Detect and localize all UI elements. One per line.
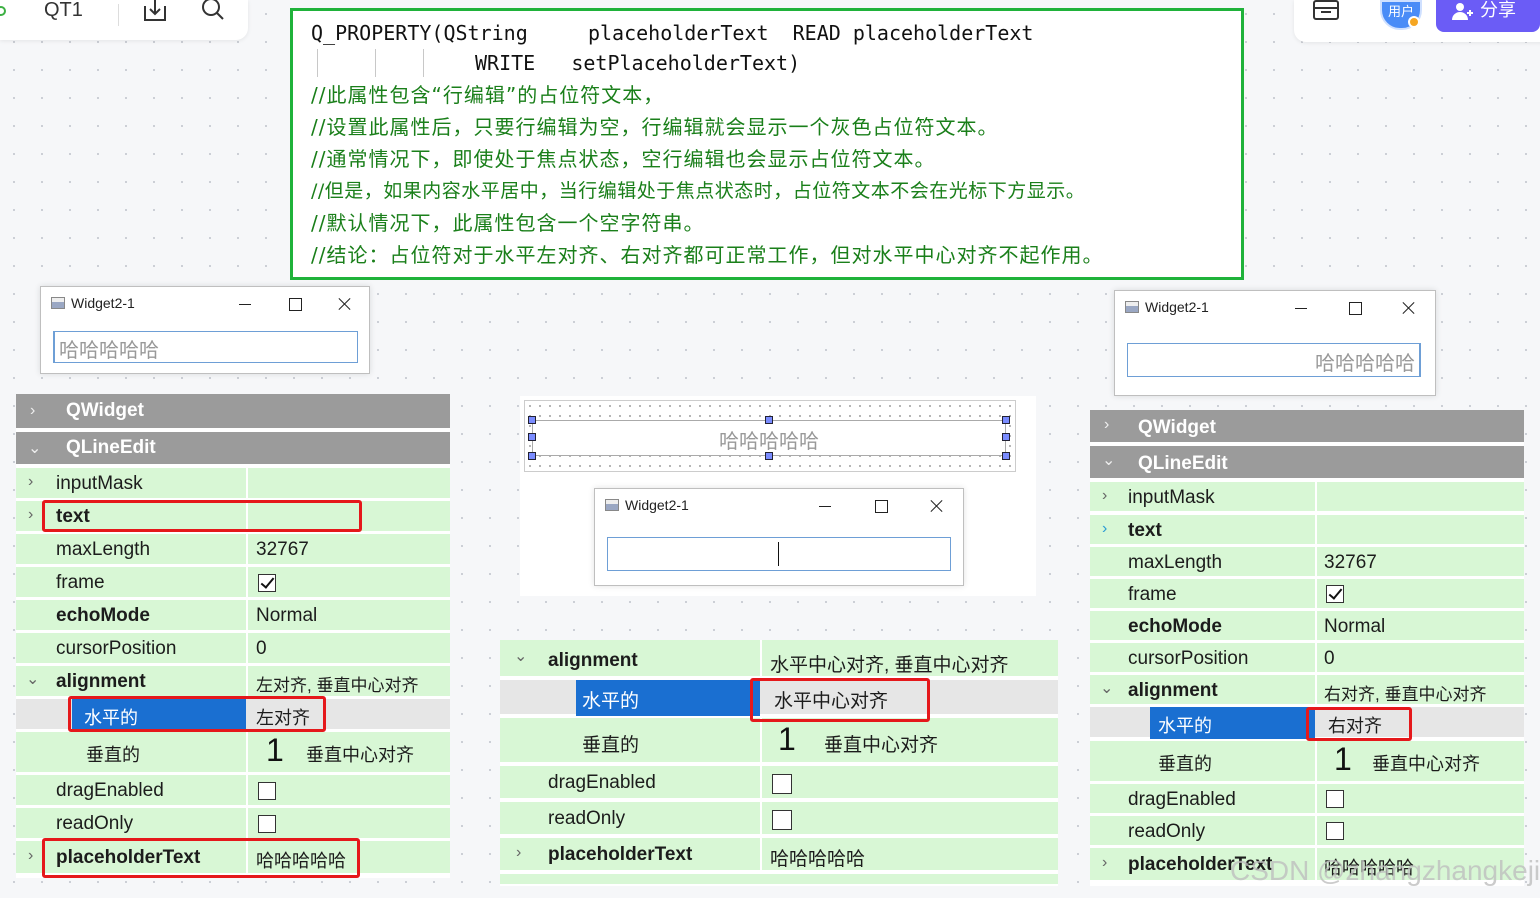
group-qlineedit[interactable]: ⌄ QLineEdit (1090, 446, 1524, 480)
status-dot (0, 6, 6, 16)
prop-row-alignment[interactable]: ⌄ alignment 右对齐, 垂直中心对齐 (1090, 675, 1524, 706)
window-app-icon (51, 297, 65, 309)
indent-guide (423, 49, 424, 77)
window-title: Widget2-1 (1145, 299, 1209, 315)
code-comment: //设置此属性后，只要行编辑为空，行编辑就会显示一个灰色占位符文本。 (311, 115, 999, 139)
readonly-checkbox[interactable] (258, 815, 276, 833)
prop-row-frame[interactable]: frame (1090, 579, 1524, 610)
prop-row-inputmask[interactable]: › inputMask (1090, 482, 1524, 513)
horizontal-label-selected: 水平的 (1150, 707, 1315, 739)
prop-row-placeholdertext[interactable]: › placeholderText 哈哈哈哈哈 (500, 838, 1058, 872)
prop-row-dragenabled[interactable]: dragEnabled (1090, 784, 1524, 815)
resize-handle[interactable] (1002, 433, 1010, 441)
resize-handle[interactable] (528, 433, 536, 441)
designer-line-edit[interactable]: 哈哈哈哈哈 (532, 420, 1006, 456)
resize-handle[interactable] (1002, 452, 1010, 460)
widget-window-center: Widget2-1 (594, 488, 964, 586)
prop-row-dragenabled[interactable]: dragEnabled (500, 766, 1058, 800)
code-line-property: Q_PROPERTY(QString placeholderText READ … (311, 21, 1034, 45)
highlight-placeholdertext (42, 838, 360, 878)
readonly-checkbox[interactable] (772, 810, 792, 830)
add-user-icon (1452, 3, 1473, 20)
prop-row-maxlength[interactable]: maxLength 32767 (1090, 547, 1524, 578)
code-comment: //此属性包含“行编辑”的占位符文本， (311, 83, 665, 107)
property-editor-left: › QWidget ⌄ QLineEdit › inputMask › text… (16, 394, 450, 878)
code-line-write: WRITE setPlaceholderText) (475, 51, 801, 75)
prop-row-vertical[interactable]: 垂直的 1 垂直中心对齐 (1090, 741, 1524, 783)
frame-checkbox[interactable] (1326, 585, 1344, 603)
prop-row-echomode[interactable]: echoMode Normal (16, 600, 450, 632)
readonly-checkbox[interactable] (1326, 822, 1344, 840)
highlight-horizontal (750, 678, 930, 722)
dragenabled-checkbox[interactable] (772, 774, 792, 794)
code-comment: //但是，如果内容水平居中，当行编辑处于焦点状态时，占位符文本不会在光标下方显示… (311, 180, 1086, 202)
highlight-horizontal (68, 696, 326, 732)
form-designer: 哈哈哈哈哈 Widget2-1 (520, 396, 1036, 596)
widget-window-right: Widget2-1 哈哈哈哈哈 (1114, 290, 1436, 396)
window-title: Widget2-1 (71, 295, 135, 311)
dragenabled-checkbox[interactable] (1326, 790, 1344, 808)
prop-row-frame[interactable]: frame (16, 567, 450, 599)
resize-handle[interactable] (528, 452, 536, 460)
prop-row-partial (500, 874, 1058, 886)
resize-handle[interactable] (765, 416, 773, 424)
empty-line-edit[interactable] (607, 537, 951, 571)
toolbar-divider (118, 4, 119, 26)
widget-window-left: Widget2-1 哈哈哈哈哈 (40, 286, 370, 374)
code-comment: //通常情况下，即使处于焦点状态，空行编辑也会显示占位符文本。 (311, 147, 936, 171)
resize-handle[interactable] (765, 452, 773, 460)
dragenabled-checkbox[interactable] (258, 782, 276, 800)
avatar-badge (1408, 16, 1420, 28)
prop-row-dragenabled[interactable]: dragEnabled (16, 775, 450, 807)
prop-row-maxlength[interactable]: maxLength 32767 (16, 534, 450, 566)
frame-checkbox[interactable] (258, 574, 276, 592)
resize-handle[interactable] (528, 416, 536, 424)
placeholder-line-edit[interactable]: 哈哈哈哈哈 (1127, 343, 1421, 377)
watermark: CSDN @zhangzhangkeji (1230, 855, 1540, 886)
toolbar-left: QT1 (0, 0, 248, 40)
horizontal-label-selected: 水平的 (576, 680, 760, 716)
group-qwidget[interactable]: › QWidget (1090, 410, 1524, 444)
placeholder-line-edit[interactable]: 哈哈哈哈哈 (53, 331, 358, 363)
code-comment: //结论：占位符对于水平左对齐、右对齐都可正常工作，但对水平中心对齐不起作用。 (311, 243, 1104, 267)
prop-row-alignment[interactable]: ⌄ alignment 水平中心对齐, 垂直中心对齐 (500, 640, 1058, 678)
download-icon[interactable] (142, 0, 168, 24)
share-label: 分享 (1480, 0, 1516, 20)
group-qwidget[interactable]: › QWidget (16, 394, 450, 430)
indent-guide (375, 49, 376, 77)
group-qlineedit[interactable]: ⌄ QLineEdit (16, 432, 450, 466)
prop-row-alignment[interactable]: ⌄ alignment 左对齐, 垂直中心对齐 (16, 666, 450, 698)
prop-row-inputmask[interactable]: › inputMask (16, 468, 450, 500)
share-button[interactable]: 分享 (1436, 0, 1540, 32)
prop-row-text[interactable]: › text (1090, 515, 1524, 546)
resize-handle[interactable] (1002, 416, 1010, 424)
prop-row-readonly[interactable]: readOnly (1090, 816, 1524, 847)
highlight-text (42, 500, 362, 532)
property-editor-right: › QWidget ⌄ QLineEdit › inputMask › text… (1090, 410, 1524, 886)
property-editor-center: ⌄ alignment 水平中心对齐, 垂直中心对齐 水平的 水平中心对齐 垂直… (500, 640, 1058, 886)
prop-row-readonly[interactable]: readOnly (500, 802, 1058, 836)
prop-row-readonly[interactable]: readOnly (16, 808, 450, 840)
calendar-icon[interactable] (1312, 0, 1340, 22)
window-app-icon (1125, 301, 1139, 313)
search-icon[interactable] (200, 0, 226, 24)
text-cursor (778, 542, 779, 566)
prop-row-cursorposition[interactable]: cursorPosition 0 (1090, 643, 1524, 674)
window-app-icon (605, 499, 619, 511)
prop-row-cursorposition[interactable]: cursorPosition 0 (16, 633, 450, 665)
code-annotation-box: Q_PROPERTY(QString placeholderText READ … (290, 8, 1244, 280)
window-title: Widget2-1 (625, 497, 689, 513)
doc-title[interactable]: QT1 (44, 0, 83, 20)
highlight-horizontal (1306, 707, 1412, 741)
prop-row-vertical[interactable]: 垂直的 1 垂直中心对齐 (16, 732, 450, 774)
code-comment: //默认情况下，此属性包含一个空字符串。 (311, 211, 705, 235)
indent-guide (317, 49, 318, 77)
prop-row-vertical[interactable]: 垂直的 1 垂直中心对齐 (500, 718, 1058, 764)
prop-row-echomode[interactable]: echoMode Normal (1090, 611, 1524, 642)
